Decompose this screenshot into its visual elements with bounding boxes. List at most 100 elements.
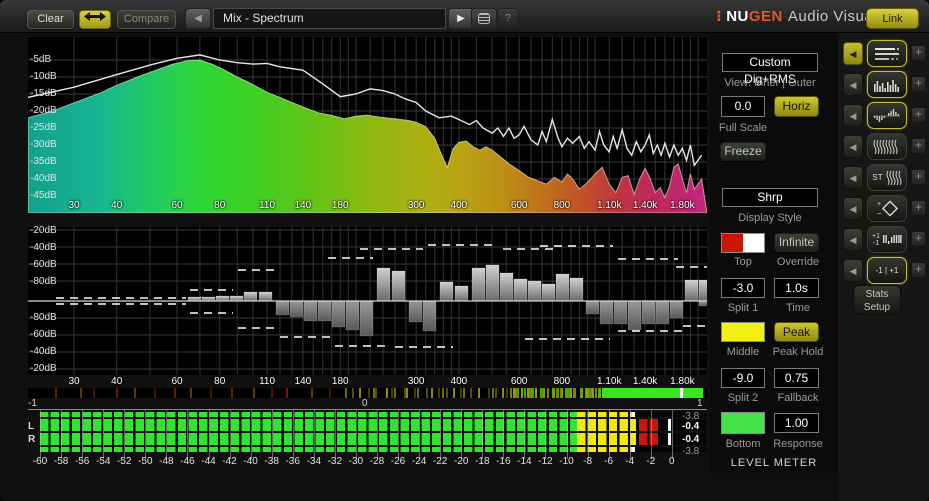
toolbar: Clear Compare ◀ Mix - Spectrum ▶ ? ⁝ NUGE… xyxy=(0,0,929,33)
time-field[interactable]: 1.0s xyxy=(774,278,819,298)
sidebar-row-stereo-spectrogram: ◀ ST + xyxy=(838,164,929,191)
meter-grid-line xyxy=(166,410,168,459)
meter-grid-line xyxy=(503,410,505,459)
expand-arrow-button[interactable]: ◀ xyxy=(843,104,863,127)
meter-grid-line xyxy=(124,410,126,459)
correlation-tick xyxy=(310,388,313,398)
add-display-button[interactable]: + xyxy=(911,107,926,123)
correlation-tick xyxy=(437,388,440,398)
add-display-button[interactable]: + xyxy=(911,231,926,247)
meter-grid-line xyxy=(419,410,421,459)
mini-bars-icon xyxy=(882,234,902,244)
meter-scale-label: -44 xyxy=(201,456,216,467)
preset-menu-button[interactable] xyxy=(471,8,497,29)
correlation-tick xyxy=(430,388,433,398)
response-field[interactable]: 1.00 xyxy=(774,413,819,433)
display-style-field[interactable]: Shrp xyxy=(722,188,818,207)
correlation-tick xyxy=(453,388,456,398)
expand-arrow-button[interactable]: ◀ xyxy=(843,228,863,251)
plus-minus-one-labels: +1 -1 xyxy=(872,232,880,247)
compare-button[interactable]: Compare xyxy=(117,10,176,29)
clear-button[interactable]: Clear xyxy=(27,10,74,29)
preset-name-field[interactable]: Mix - Spectrum xyxy=(213,8,446,29)
st-text: ST xyxy=(872,173,883,182)
add-display-button[interactable]: + xyxy=(911,169,926,185)
add-display-button[interactable]: + xyxy=(911,76,926,92)
meter-grid-line xyxy=(608,410,610,459)
expand-arrow-button[interactable]: ◀ xyxy=(843,73,863,96)
correlation-tick xyxy=(535,388,538,398)
histogram-icon-button[interactable] xyxy=(867,71,907,98)
meter-scale-label: -48 xyxy=(159,456,174,467)
stereo-histogram-display[interactable]: -20dB -40dB -60dB -80dB -80dB -60dB -40dB -20dB xyxy=(28,225,713,375)
histogram-freq-tick-label: 140 xyxy=(294,376,312,387)
meter-scale-label: -36 xyxy=(285,456,300,467)
override-button[interactable]: Infinite xyxy=(774,233,819,252)
meter-scale-label: -58 xyxy=(53,456,69,467)
stereo-spectrogram-icon-button[interactable]: ST xyxy=(867,164,907,191)
meter-bar-row-peak xyxy=(40,433,707,445)
spectrum-display[interactable]: -5dB -10dB -15dB -20dB -25dB -30dB -35dB -40dB -… xyxy=(27,37,708,214)
meter-scale-label: -26 xyxy=(390,456,406,467)
spectrogram-icon-button[interactable] xyxy=(867,133,907,160)
meter-bar-row-rms xyxy=(40,412,707,417)
peak-hold-button[interactable]: Peak xyxy=(774,322,819,342)
bottom-color-swatch[interactable] xyxy=(721,412,765,434)
meter-scale-label: -12 xyxy=(538,456,553,467)
mode-field[interactable]: Custom Dig+RMS xyxy=(722,53,818,86)
expand-arrow-button[interactable]: ◀ xyxy=(843,42,863,65)
expand-arrow-button[interactable]: ◀ xyxy=(843,197,863,220)
top-color-swatch[interactable] xyxy=(721,233,765,253)
correlation-spectrum-icon-button[interactable]: +1 -1 xyxy=(867,226,907,253)
correlation-tick xyxy=(501,388,504,398)
stats-setup-button[interactable]: Stats Setup xyxy=(853,285,901,315)
expand-arrow-button[interactable]: ◀ xyxy=(843,166,863,189)
correlation-solid-band xyxy=(602,388,703,398)
horiz-button[interactable]: Horiz xyxy=(774,96,819,117)
view-mode-label[interactable]: View: Inner | Outer xyxy=(710,77,830,89)
correlation-meter-icon-button[interactable]: -1 | +1 xyxy=(867,257,907,284)
preset-prev-button[interactable]: ◀ xyxy=(185,8,211,29)
meter-grid-line xyxy=(82,410,84,459)
add-display-button[interactable]: + xyxy=(911,262,926,278)
freeze-button[interactable]: Freeze xyxy=(720,142,766,161)
split-histogram-icon xyxy=(873,108,900,122)
correlation-tick xyxy=(462,388,465,398)
meter-grid-line xyxy=(61,410,63,459)
sidebar-row-spectrum: ◀ + xyxy=(838,40,929,67)
middle-color-swatch[interactable] xyxy=(721,322,765,342)
add-display-button[interactable]: + xyxy=(911,45,926,61)
meter-grid-line xyxy=(250,410,252,459)
logo-gen: GEN xyxy=(748,8,783,25)
link-button[interactable]: Link xyxy=(866,8,919,29)
split1-field[interactable]: -3.0 xyxy=(721,278,765,298)
meter-grid-line xyxy=(566,410,568,459)
add-display-button[interactable]: + xyxy=(911,138,926,154)
ab-swap-icon[interactable] xyxy=(79,10,111,29)
correlation-strip: -1 0 1 xyxy=(28,388,707,409)
histogram-freq-tick-label: 300 xyxy=(407,376,425,387)
spectrum-lines-icon-button[interactable] xyxy=(867,40,907,67)
correlation-tick xyxy=(506,388,509,398)
correlation-tick xyxy=(531,388,534,398)
vectorscope-icon-button[interactable]: + − xyxy=(867,195,907,222)
histogram-freq-tick-label: 400 xyxy=(450,376,468,387)
expand-arrow-button[interactable]: ◀ xyxy=(843,259,863,282)
add-display-button[interactable]: + xyxy=(911,200,926,216)
channel-label-right: R xyxy=(28,434,36,445)
meter-scale-label: -52 xyxy=(116,456,132,467)
correlation-tick xyxy=(494,388,497,398)
correlation-tick xyxy=(552,388,555,398)
fallback-field[interactable]: 0.75 xyxy=(774,368,819,388)
meter-scale-label: -34 xyxy=(306,456,322,467)
meter-yellow-segment xyxy=(577,447,632,452)
full-scale-field[interactable]: 0.0 xyxy=(721,96,765,117)
help-button[interactable]: ? xyxy=(497,8,519,29)
meter-grid-line xyxy=(440,410,442,459)
split2-field[interactable]: -9.0 xyxy=(721,368,765,388)
correlation-tick xyxy=(477,388,480,398)
split-histogram-icon-button[interactable] xyxy=(867,102,907,129)
histogram-svg xyxy=(28,227,713,375)
meter-peak-hold-tick xyxy=(667,419,671,431)
expand-arrow-button[interactable]: ◀ xyxy=(843,135,863,158)
